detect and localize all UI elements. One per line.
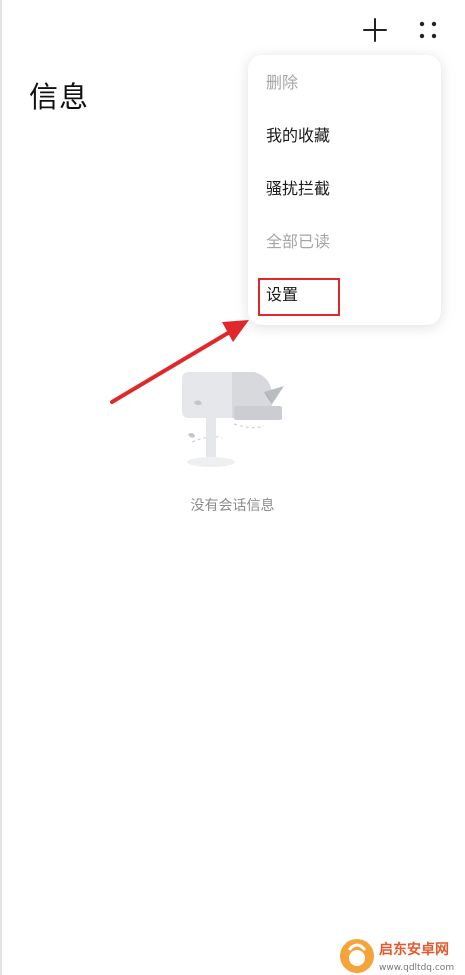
messages-screen: 信息 删除 我的收藏 骚扰拦截 全部已读 设置 没有会话信息 启东安卓网 www… xyxy=(0,0,465,975)
mailbox-icon xyxy=(182,372,284,467)
watermark-logo: 启东安卓网 www.qdltdq.com xyxy=(340,939,454,973)
menu-item-spam-block[interactable]: 骚扰拦截 xyxy=(266,175,330,203)
empty-state-text: 没有会话信息 xyxy=(190,498,275,514)
menu-item-favorites[interactable]: 我的收藏 xyxy=(266,122,330,150)
page-title: 信息 xyxy=(29,80,90,114)
more-dots-icon[interactable] xyxy=(414,16,442,44)
menu-item-delete[interactable]: 删除 xyxy=(266,69,298,97)
watermark-url: www.qdltdq.com xyxy=(379,963,454,973)
plus-icon[interactable] xyxy=(361,16,389,44)
settings-highlight-box xyxy=(258,278,340,316)
menu-item-mark-all-read[interactable]: 全部已读 xyxy=(266,228,330,256)
watermark-brand: 启东安卓网 xyxy=(379,941,449,958)
left-edge-divider xyxy=(0,0,2,975)
